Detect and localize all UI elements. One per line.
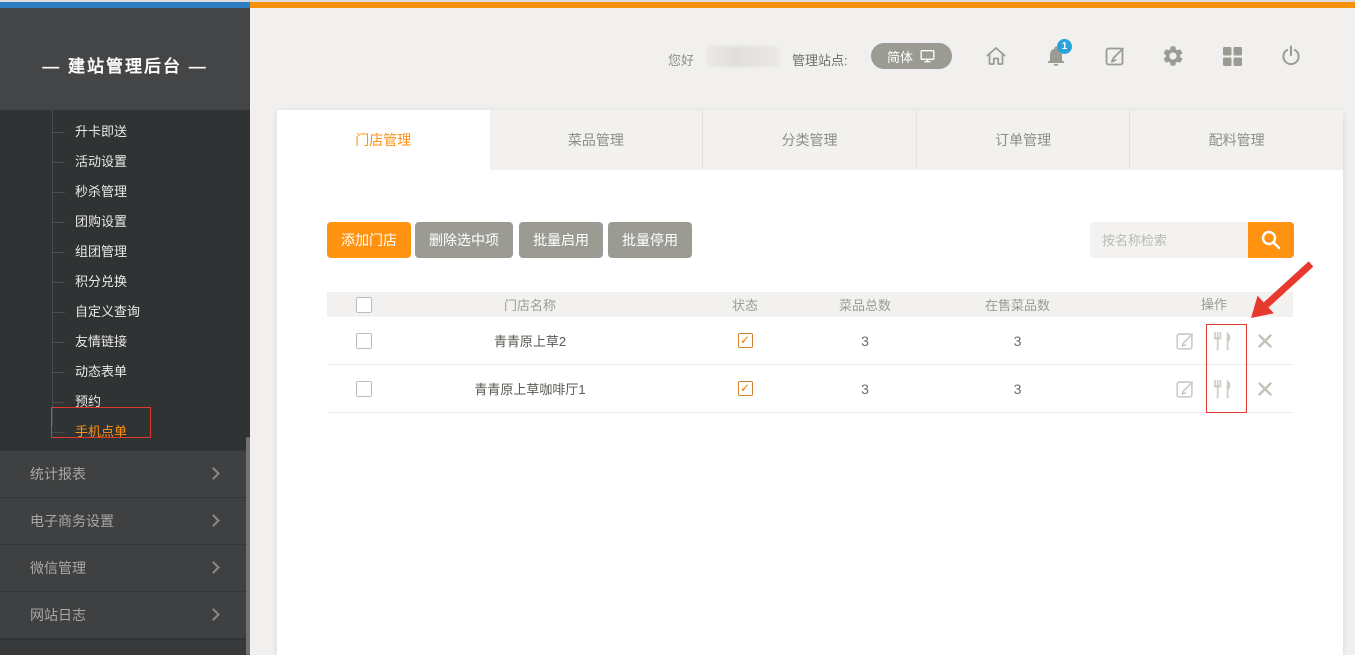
delete-selected-button[interactable]: 删除选中项	[415, 222, 513, 258]
sidebar-section-statistics[interactable]: 统计报表	[0, 450, 250, 497]
search-icon	[1259, 228, 1283, 252]
sidebar-item-flash-sale[interactable]: 秒杀管理	[0, 177, 250, 207]
sidebar-item-group-manage[interactable]: 组团管理	[0, 237, 250, 267]
col-store-name: 门店名称	[400, 295, 660, 314]
delete-icon[interactable]	[1257, 381, 1273, 397]
batch-disable-button[interactable]: 批量停用	[608, 222, 692, 258]
sidebar-item-custom-query[interactable]: 自定义查询	[0, 297, 250, 327]
sidebar-scrollbar-thumb[interactable]	[246, 437, 250, 655]
tab-order-management[interactable]: 订单管理	[916, 110, 1130, 170]
locale-label: 简体	[887, 47, 913, 66]
sidebar: — 建站管理后台 — 升卡即送 活动设置 秒杀管理 团购设置 组团管理 积分兑换…	[0, 8, 250, 655]
notification-badge: 1	[1057, 39, 1072, 54]
search-input[interactable]	[1090, 222, 1248, 258]
col-total-dishes: 菜品总数	[830, 295, 900, 314]
sidebar-item-points[interactable]: 积分兑换	[0, 267, 250, 297]
home-icon[interactable]	[984, 44, 1008, 68]
sidebar-sections: 统计报表 电子商务设置 微信管理 网站日志	[0, 450, 250, 638]
store-name: 青青原上草2	[400, 331, 660, 350]
chevron-right-icon	[207, 467, 220, 480]
sidebar-item-friend-links[interactable]: 友情链接	[0, 327, 250, 357]
table-row: 青青原上草咖啡厅1 ✓ 3 3	[327, 365, 1293, 413]
tab-bar: 门店管理 菜品管理 分类管理 订单管理 配料管理	[277, 110, 1343, 170]
gear-icon[interactable]	[1161, 44, 1185, 68]
sidebar-item-activity[interactable]: 活动设置	[0, 147, 250, 177]
dining-icon[interactable]	[1209, 378, 1239, 400]
total-dishes: 3	[830, 333, 900, 349]
col-status: 状态	[660, 295, 830, 314]
delete-icon[interactable]	[1257, 333, 1273, 349]
greeting-text: 您好	[668, 50, 694, 69]
total-dishes: 3	[830, 381, 900, 397]
admin-page: — 建站管理后台 — 升卡即送 活动设置 秒杀管理 团购设置 组团管理 积分兑换…	[0, 0, 1355, 655]
sidebar-header: — 建站管理后台 —	[0, 8, 250, 110]
col-actions: 操作	[1135, 292, 1293, 317]
app-title: — 建站管理后台 —	[0, 52, 250, 77]
locale-switch-button[interactable]: 简体	[871, 43, 952, 69]
edit-icon[interactable]	[1174, 330, 1196, 352]
table-row: 青青原上草2 ✓ 3 3	[327, 317, 1293, 365]
sidebar-bottom-strip	[0, 639, 250, 655]
onsale-dishes: 3	[900, 381, 1135, 397]
monitor-icon	[919, 48, 936, 64]
dining-icon[interactable]	[1209, 330, 1239, 352]
tab-store-management[interactable]: 门店管理	[277, 110, 490, 170]
chevron-right-icon	[207, 514, 220, 527]
content-card: 门店管理 菜品管理 分类管理 订单管理 配料管理 添加门店 删除选中项 批量启用…	[277, 110, 1343, 655]
compose-icon[interactable]	[1103, 44, 1127, 68]
power-icon[interactable]	[1279, 44, 1303, 68]
bell-icon[interactable]: 1	[1044, 44, 1068, 68]
sidebar-item-card-gift[interactable]: 升卡即送	[0, 117, 250, 147]
sidebar-section-ecommerce[interactable]: 电子商务设置	[0, 497, 250, 544]
col-onsale-dishes: 在售菜品数	[900, 295, 1135, 314]
batch-enable-button[interactable]: 批量启用	[519, 222, 603, 258]
edit-icon[interactable]	[1174, 378, 1196, 400]
apps-grid-icon[interactable]	[1220, 44, 1244, 68]
tab-dish-management[interactable]: 菜品管理	[490, 110, 703, 170]
sidebar-item-mobile-ordering[interactable]: 手机点单	[0, 417, 250, 447]
tab-category-management[interactable]: 分类管理	[702, 110, 916, 170]
search-button[interactable]	[1248, 222, 1294, 258]
redacted-username	[706, 46, 780, 67]
chevron-right-icon	[207, 561, 220, 574]
row-checkbox[interactable]	[356, 381, 372, 397]
chevron-right-icon	[207, 608, 220, 621]
sidebar-item-reservation[interactable]: 预约	[0, 387, 250, 417]
table-header-row: 门店名称 状态 菜品总数 在售菜品数 操作	[327, 292, 1293, 317]
onsale-dishes: 3	[900, 333, 1135, 349]
sidebar-section-site-log[interactable]: 网站日志	[0, 591, 250, 638]
store-name: 青青原上草咖啡厅1	[400, 379, 660, 398]
sidebar-item-group-buy[interactable]: 团购设置	[0, 207, 250, 237]
tab-ingredient-management[interactable]: 配料管理	[1129, 110, 1343, 170]
site-label: 管理站点:	[792, 50, 848, 69]
status-checkbox-checked[interactable]: ✓	[738, 333, 753, 348]
select-all-checkbox[interactable]	[356, 297, 372, 313]
sidebar-section-wechat[interactable]: 微信管理	[0, 544, 250, 591]
row-checkbox[interactable]	[356, 333, 372, 349]
top-navbar: 您好 管理站点: 简体 1	[250, 8, 1355, 108]
sidebar-submenu: 升卡即送 活动设置 秒杀管理 团购设置 组团管理 积分兑换 自定义查询 友情链接…	[0, 110, 250, 450]
status-checkbox-checked[interactable]: ✓	[738, 381, 753, 396]
sidebar-item-dynamic-form[interactable]: 动态表单	[0, 357, 250, 387]
store-table: 门店名称 状态 菜品总数 在售菜品数 操作 青青原上草2 ✓ 3 3	[327, 292, 1293, 413]
add-store-button[interactable]: 添加门店	[327, 222, 411, 258]
